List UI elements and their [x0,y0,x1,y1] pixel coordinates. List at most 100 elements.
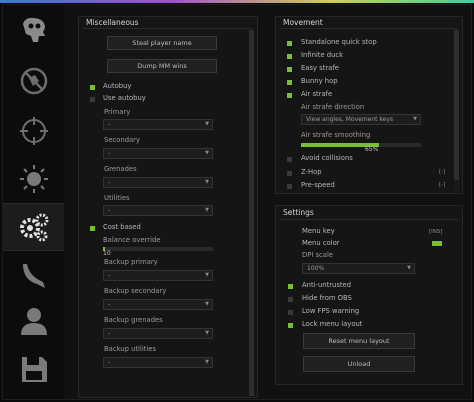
air-strafe-direction-label: Air strafe direction [301,103,365,111]
menu-color-label: Menu color [302,239,340,247]
anti-untrusted-checkbox[interactable] [288,284,293,289]
hide-from-obs-label: Hide from OBS [302,294,352,302]
no-symbol-icon [20,67,47,95]
balance-override-label: Balance override [103,236,161,244]
balance-override-value: 10 [103,250,111,257]
air-strafe-direction-value: View angles, Movement keys [306,116,394,123]
steal-player-name-button[interactable]: Steal player name [107,36,217,50]
air-strafe-checkbox[interactable] [287,93,292,98]
grenades-label: Grenades [104,165,137,173]
movement-scrollbar[interactable] [454,30,459,192]
chevron-down-icon: ▼ [205,359,209,365]
infinite-duck-checkbox[interactable] [287,54,292,59]
backup-grenades-dropdown[interactable]: - ▼ [103,328,213,339]
tab-players[interactable] [3,297,64,345]
reset-menu-layout-button[interactable]: Reset menu layout [303,333,415,349]
menu-keybind[interactable]: [INS] [429,229,443,235]
menu-key-label: Menu key [302,227,335,235]
autobuy-checkbox[interactable] [90,85,95,90]
dpi-scale-label: DPI scale [302,251,334,259]
chevron-down-icon: ▼ [413,116,417,122]
tab-visuals[interactable] [3,155,64,203]
tab-rage[interactable] [3,57,64,105]
primary-dropdown[interactable]: - ▼ [103,119,213,130]
panel-settings: Settings Menu key [INS] Menu color DPI s… [275,205,463,385]
easy-strafe-checkbox[interactable] [287,67,292,72]
chevron-down-icon: ▼ [205,121,209,127]
primary-label: Primary [104,108,131,116]
use-autobuy-checkbox[interactable] [90,97,95,102]
chevron-down-icon: ▼ [205,330,209,336]
use-autobuy-label: Use autobuy [103,94,146,102]
menu-color-swatch[interactable] [432,241,442,246]
chevron-down-icon: ▼ [205,301,209,307]
misc-scrollbar[interactable] [249,30,254,396]
crosshair-icon [19,117,48,145]
backup-primary-label: Backup primary [104,258,158,266]
air-strafe-label: Air strafe [301,90,333,98]
secondary-dropdown[interactable]: - ▼ [103,148,213,159]
avoid-collisions-checkbox[interactable] [287,157,292,162]
backup-primary-value: - [108,272,111,279]
skull-mask-icon [22,17,45,42]
hide-from-obs-checkbox[interactable] [288,297,293,302]
primary-value: - [108,121,111,128]
scrollbar-thumb[interactable] [249,30,254,396]
dpi-scale-dropdown[interactable]: 100% ▼ [302,263,415,274]
lock-menu-layout-label: Lock menu layout [302,320,363,328]
standalone-quick-stop-checkbox[interactable] [287,41,292,46]
low-fps-warning-checkbox[interactable] [288,310,293,315]
pre-speed-keybind[interactable]: [-] [439,182,445,188]
tab-legit[interactable] [3,7,64,55]
backup-secondary-value: - [108,301,111,308]
dump-mm-wins-button[interactable]: Dump MM wins [107,59,217,73]
sun-half-icon [19,165,48,193]
avoid-collisions-label: Avoid collisions [301,154,353,162]
anti-untrusted-label: Anti-untrusted [302,281,352,289]
panel-title: Settings [283,208,314,217]
tab-aim[interactable] [3,107,64,155]
tab-misc[interactable] [3,203,64,251]
standalone-quick-stop-label: Standalone quick stop [301,38,377,46]
backup-grenades-label: Backup grenades [104,316,163,324]
gears-icon [19,213,48,242]
title-divider [280,219,458,220]
z-hop-keybind[interactable]: [-] [439,169,445,175]
secondary-label: Secondary [104,136,140,144]
tab-skins[interactable] [3,251,64,299]
user-icon [20,308,47,335]
backup-primary-dropdown[interactable]: - ▼ [103,270,213,281]
floppy-disk-icon [21,357,47,382]
chevron-down-icon: ▼ [205,179,209,185]
title-divider [83,28,253,29]
z-hop-checkbox[interactable] [287,171,292,176]
air-strafe-smoothing-label: Air strafe smoothing [301,131,371,139]
low-fps-warning-label: Low FPS warning [302,307,360,315]
balance-override-slider[interactable] [103,247,213,251]
pre-speed-label: Pre-speed [301,181,335,189]
chevron-down-icon: ▼ [407,265,411,271]
bunny-hop-checkbox[interactable] [287,80,292,85]
infinite-duck-label: Infinite duck [301,51,344,59]
easy-strafe-label: Easy strafe [301,64,339,72]
utilities-dropdown[interactable]: - ▼ [103,205,213,216]
air-strafe-direction-dropdown[interactable]: View angles, Movement keys ▼ [301,114,421,125]
pre-speed-checkbox[interactable] [287,184,292,189]
title-divider [280,28,458,29]
scrollbar-thumb[interactable] [454,30,459,180]
tab-config[interactable] [3,345,64,393]
air-strafe-smoothing-slider[interactable] [301,143,421,147]
backup-utilities-value: - [108,359,111,366]
cost-based-checkbox[interactable] [90,226,95,231]
dpi-scale-value: 100% [307,265,325,272]
backup-utilities-dropdown[interactable]: - ▼ [103,357,213,368]
cost-based-label: Cost based [103,223,141,231]
z-hop-label: Z-Hop [301,168,322,176]
lock-menu-layout-checkbox[interactable] [288,323,293,328]
grenades-dropdown[interactable]: - ▼ [103,177,213,188]
chevron-down-icon: ▼ [205,207,209,213]
panel-title: Miscellaneous [86,18,139,27]
air-strafe-smoothing-value: 65% [365,146,379,153]
backup-secondary-dropdown[interactable]: - ▼ [103,299,213,310]
unload-button[interactable]: Unload [303,356,415,372]
